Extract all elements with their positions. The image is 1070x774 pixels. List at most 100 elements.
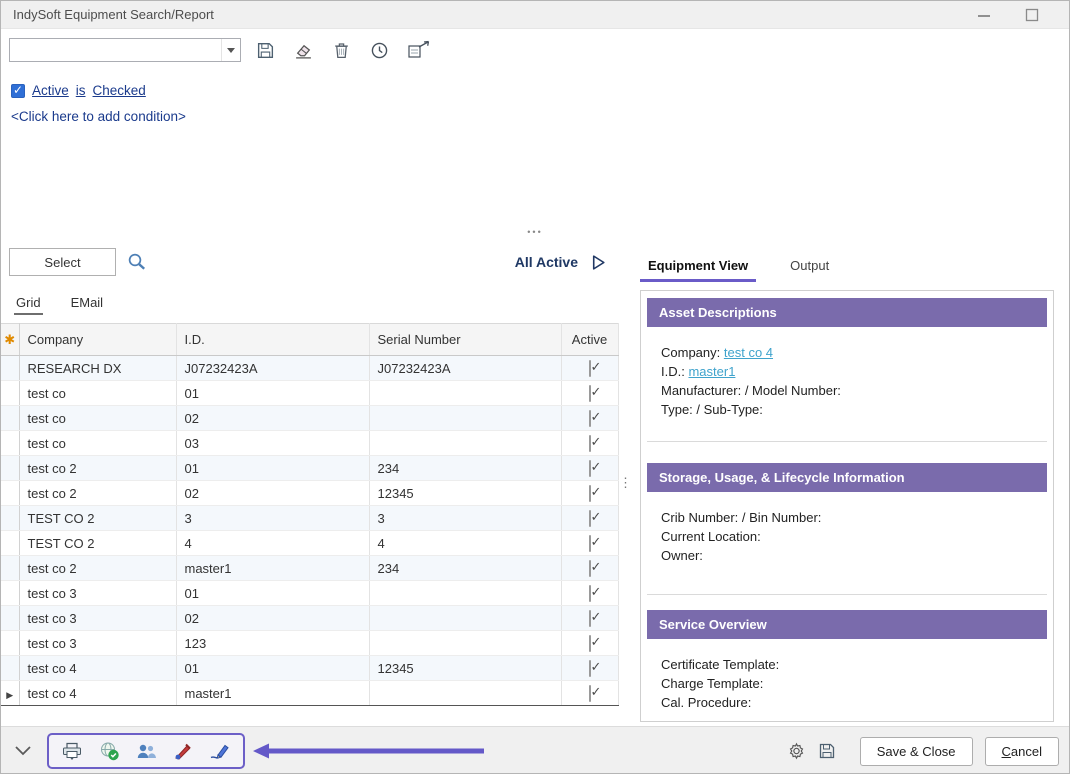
cell-company[interactable]: test co 2 [19, 456, 176, 481]
table-row[interactable]: test co 2 01 234 [1, 456, 618, 481]
column-header-id[interactable]: I.D. [176, 324, 369, 356]
search-history-button[interactable] [365, 36, 393, 64]
cell-active[interactable] [561, 506, 618, 531]
condition-value-link[interactable]: Checked [93, 83, 146, 98]
cell-company[interactable]: test co 3 [19, 606, 176, 631]
cell-id[interactable]: 02 [176, 406, 369, 431]
tab-email[interactable]: EMail [69, 292, 106, 315]
cell-serial[interactable]: 234 [369, 556, 561, 581]
cell-active[interactable] [561, 531, 618, 556]
company-link[interactable]: test co 4 [724, 345, 773, 360]
maximize-button[interactable] [1025, 8, 1039, 22]
cell-id[interactable]: J07232423A [176, 356, 369, 381]
cell-active[interactable] [561, 631, 618, 656]
cell-serial[interactable] [369, 581, 561, 606]
signature-button[interactable] [209, 742, 231, 761]
design-view-button[interactable] [403, 36, 437, 64]
cell-company[interactable]: test co [19, 431, 176, 456]
cell-active[interactable] [561, 581, 618, 606]
cell-company[interactable]: test co [19, 406, 176, 431]
checkbox-icon[interactable] [589, 435, 591, 452]
table-row[interactable]: test co 03 [1, 431, 618, 456]
cell-serial[interactable] [369, 406, 561, 431]
cell-company[interactable]: RESEARCH DX [19, 356, 176, 381]
saved-search-input[interactable] [10, 39, 221, 61]
cell-id[interactable]: master1 [176, 681, 369, 706]
cell-id[interactable]: 01 [176, 381, 369, 406]
cell-active[interactable] [561, 606, 618, 631]
cell-serial[interactable] [369, 431, 561, 456]
cell-serial[interactable]: 234 [369, 456, 561, 481]
column-header-serial[interactable]: Serial Number [369, 324, 561, 356]
column-header-company[interactable]: Company [19, 324, 176, 356]
checkbox-icon[interactable] [589, 610, 591, 627]
table-row[interactable]: test co 4 01 12345 [1, 656, 618, 681]
table-row[interactable]: ▶ test co 4 master1 [1, 681, 618, 706]
cell-serial[interactable]: 4 [369, 531, 561, 556]
cell-company[interactable]: test co 4 [19, 681, 176, 706]
cell-id[interactable]: 01 [176, 581, 369, 606]
cell-active[interactable] [561, 681, 618, 706]
run-query-button[interactable] [590, 254, 607, 271]
cell-company[interactable]: test co 2 [19, 556, 176, 581]
users-button[interactable] [136, 742, 157, 761]
minimize-button[interactable] [977, 8, 991, 22]
expand-options-button[interactable] [13, 743, 33, 759]
checkbox-icon[interactable] [589, 635, 591, 652]
combo-dropdown-button[interactable] [221, 39, 240, 61]
cell-id[interactable]: 4 [176, 531, 369, 556]
tab-grid[interactable]: Grid [14, 292, 43, 315]
cell-active[interactable] [561, 456, 618, 481]
cell-active[interactable] [561, 431, 618, 456]
checkbox-icon[interactable] [589, 410, 591, 427]
cell-id[interactable]: 02 [176, 606, 369, 631]
checkbox-icon[interactable] [589, 360, 591, 377]
delete-search-button[interactable] [327, 36, 355, 64]
table-row[interactable]: test co 3 01 [1, 581, 618, 606]
cell-serial[interactable]: 3 [369, 506, 561, 531]
tab-equipment-view[interactable]: Equipment View [640, 252, 756, 282]
checkbox-icon[interactable] [589, 660, 591, 677]
cancel-button[interactable]: Cancel [985, 737, 1059, 766]
cell-serial[interactable] [369, 606, 561, 631]
condition-operator-link[interactable]: is [76, 83, 86, 98]
add-condition-link[interactable]: <Click here to add condition> [11, 109, 1059, 124]
checkbox-icon[interactable] [589, 385, 591, 402]
publish-button[interactable] [99, 741, 120, 761]
checkbox-icon[interactable] [589, 510, 591, 527]
cell-id[interactable]: 02 [176, 481, 369, 506]
cell-id[interactable]: 01 [176, 456, 369, 481]
cell-active[interactable] [561, 556, 618, 581]
condition-field-link[interactable]: Active [32, 83, 69, 98]
save-close-button[interactable]: Save & Close [860, 737, 973, 766]
checkbox-icon[interactable] [589, 485, 591, 502]
cell-serial[interactable]: 12345 [369, 481, 561, 506]
cell-serial[interactable] [369, 381, 561, 406]
table-row[interactable]: test co 3 02 [1, 606, 618, 631]
cell-active[interactable] [561, 481, 618, 506]
cell-active[interactable] [561, 406, 618, 431]
checkbox-icon[interactable] [589, 535, 591, 552]
cell-company[interactable]: TEST CO 2 [19, 506, 176, 531]
table-row[interactable]: test co 01 [1, 381, 618, 406]
horizontal-splitter[interactable]: ••• [1, 225, 1069, 239]
save-layout-button[interactable] [818, 742, 836, 760]
cell-serial[interactable] [369, 681, 561, 706]
settings-button[interactable] [787, 742, 806, 761]
tab-output[interactable]: Output [782, 252, 837, 282]
tools-button[interactable] [173, 742, 193, 761]
cell-serial[interactable]: J07232423A [369, 356, 561, 381]
cell-active[interactable] [561, 656, 618, 681]
cell-id[interactable]: 01 [176, 656, 369, 681]
run-search-button[interactable] [126, 251, 148, 273]
cell-company[interactable]: test co 4 [19, 656, 176, 681]
checkbox-icon[interactable] [589, 585, 591, 602]
table-row[interactable]: test co 3 123 [1, 631, 618, 656]
cell-company[interactable]: TEST CO 2 [19, 531, 176, 556]
clear-conditions-button[interactable] [289, 36, 317, 64]
cell-company[interactable]: test co 3 [19, 631, 176, 656]
vertical-splitter[interactable]: ⋮ [619, 239, 632, 726]
select-button[interactable]: Select [9, 248, 116, 276]
cell-id[interactable]: 3 [176, 506, 369, 531]
cell-id[interactable]: 123 [176, 631, 369, 656]
